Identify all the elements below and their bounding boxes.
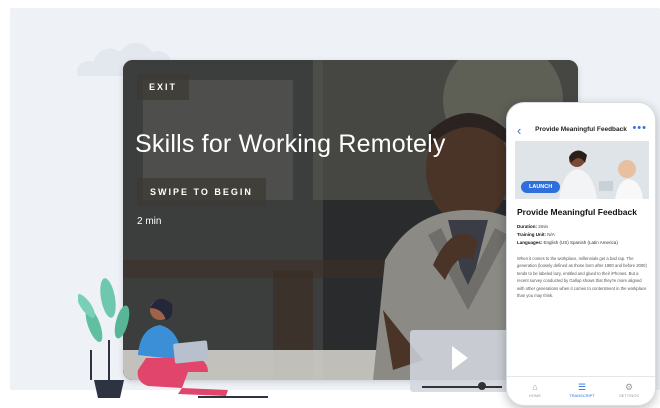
video-preview[interactable]	[410, 330, 510, 392]
phone-header: ‹ Provide Meaningful Feedback •••	[507, 121, 655, 141]
video-progress-track[interactable]	[422, 386, 502, 388]
phone-bottom-nav: ⌂ HOME ☰ TRANSCRIPT ⚙ SETTINGS	[507, 376, 655, 405]
list-icon: ☰	[577, 382, 587, 392]
lesson-meta: Duration: 2min Training Unit: N/A Langua…	[517, 223, 618, 247]
woman-with-laptop-illustration	[78, 278, 268, 398]
exit-button[interactable]: EXIT	[137, 74, 190, 100]
home-icon: ⌂	[532, 382, 538, 392]
video-progress-thumb[interactable]	[478, 382, 486, 390]
lesson-heading: Provide Meaningful Feedback	[517, 207, 637, 217]
settings-icon: ⚙	[624, 382, 634, 392]
meta-training-unit: Training Unit: N/A	[517, 232, 555, 237]
nav-settings[interactable]: ⚙ SETTINGS	[609, 381, 649, 398]
lesson-duration: 2 min	[137, 216, 162, 227]
nav-transcript[interactable]: ☰ TRANSCRIPT	[562, 381, 602, 398]
lesson-title: Skills for Working Remotely	[135, 130, 446, 158]
meta-duration: Duration: 2min	[517, 224, 549, 229]
phone-mockup: ‹ Provide Meaningful Feedback ••• LAUNCH…	[506, 102, 656, 406]
nav-home[interactable]: ⌂ HOME	[515, 381, 555, 398]
launch-button[interactable]: LAUNCH	[521, 181, 561, 193]
lesson-description: When it comes to the workplace, millenni…	[517, 256, 647, 299]
more-dots-icon[interactable]: •••	[632, 122, 647, 134]
meta-languages: Languages: English (US) Spanish (Latin A…	[517, 240, 618, 245]
play-icon[interactable]	[452, 346, 468, 370]
swipe-to-begin-button[interactable]: SWIPE TO BEGIN	[137, 178, 266, 206]
